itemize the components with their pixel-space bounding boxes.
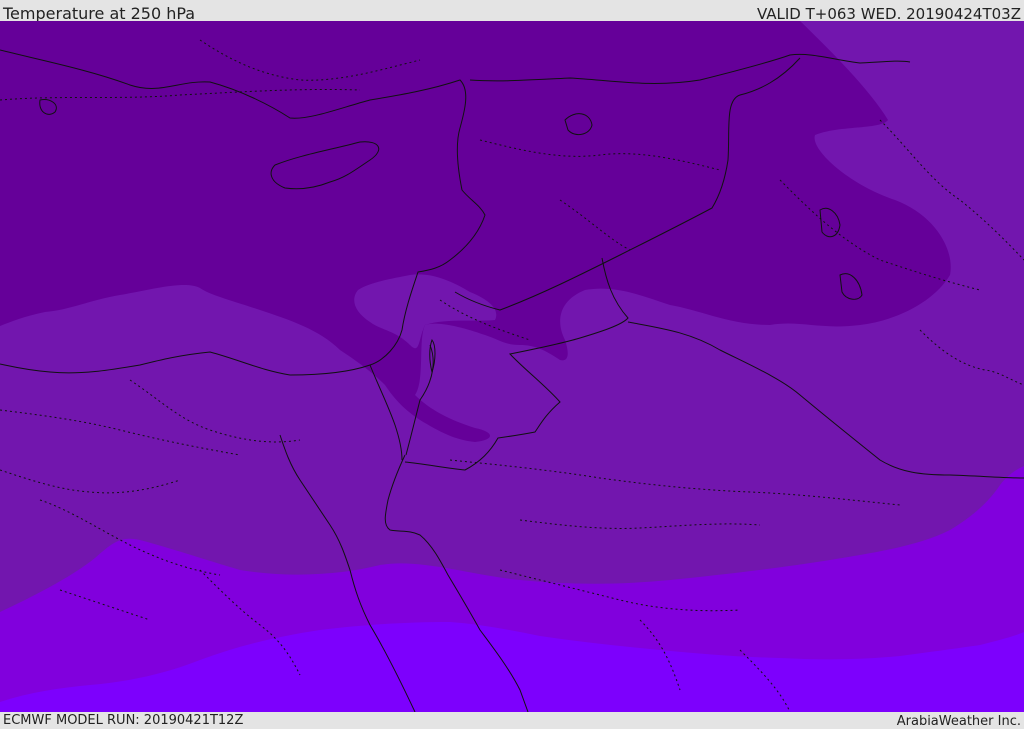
model-run-label: ECMWF MODEL RUN: 20190421T12Z <box>3 713 244 728</box>
footer-bar: ECMWF MODEL RUN: 20190421T12Z ArabiaWeat… <box>0 712 1024 729</box>
map-canvas <box>0 21 1024 712</box>
temperature-map-svg <box>0 21 1024 712</box>
credit-label: ArabiaWeather Inc. <box>896 714 1021 729</box>
weather-map-page: Temperature at 250 hPa VALID T+063 WED. … <box>0 0 1024 729</box>
header-bar: Temperature at 250 hPa VALID T+063 WED. … <box>0 0 1024 23</box>
